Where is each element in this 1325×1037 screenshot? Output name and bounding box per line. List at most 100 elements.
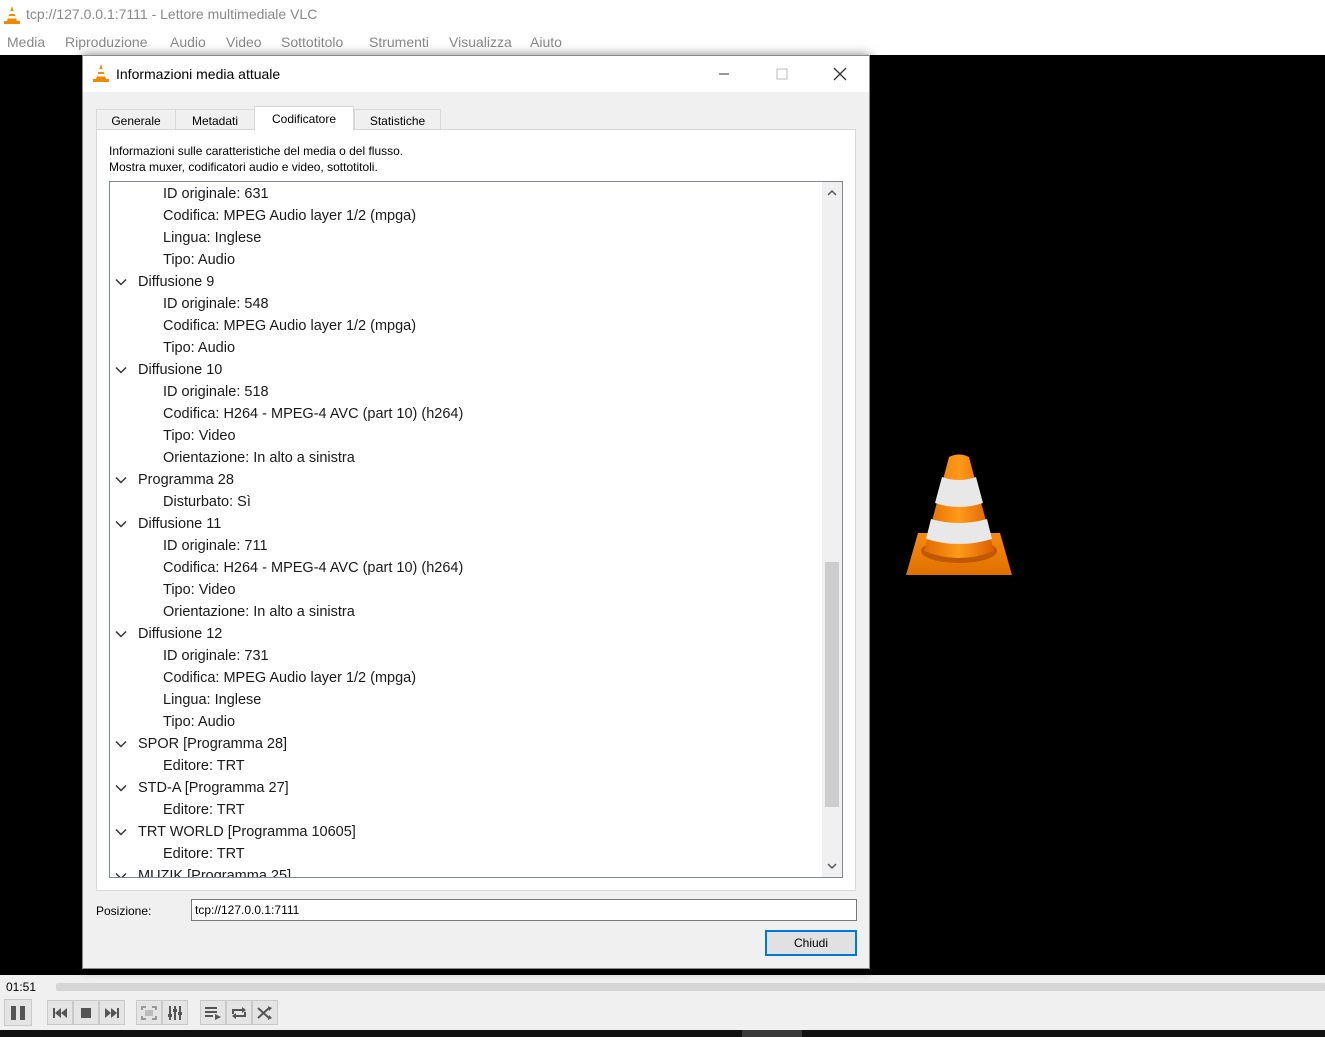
tree-leaf[interactable]: Editore: TRT xyxy=(163,799,245,821)
stop-button[interactable] xyxy=(73,1000,99,1025)
tab-metadati[interactable]: Metadati xyxy=(175,109,255,131)
tree-item-label: Codifica: MPEG Audio layer 1/2 (mpga) xyxy=(163,670,417,686)
tree-item-label: ID originale: 731 xyxy=(163,648,269,664)
shuffle-button[interactable] xyxy=(252,1000,278,1025)
dialog-title: Informazioni media attuale xyxy=(116,66,281,82)
next-icon xyxy=(105,1007,119,1018)
tree-leaf[interactable]: ID originale: 711 xyxy=(163,535,268,557)
tree-item-label: Tipo: Video xyxy=(163,428,236,444)
chevron-down-icon[interactable] xyxy=(115,738,127,750)
pause-button[interactable] xyxy=(4,999,32,1026)
tree-leaf[interactable]: Lingua: Inglese xyxy=(163,227,261,249)
vertical-scrollbar[interactable] xyxy=(822,182,842,877)
menu-media[interactable]: Media xyxy=(7,34,45,50)
position-field[interactable]: tcp://127.0.0.1:7111 xyxy=(191,899,857,921)
tree-item-label: Programma 28 xyxy=(138,472,234,488)
scrollbar-thumb[interactable] xyxy=(825,562,839,807)
tree-leaf[interactable]: Codifica: H264 - MPEG-4 AVC (part 10) (h… xyxy=(163,403,463,425)
tree-leaf[interactable]: Orientazione: In alto a sinistra xyxy=(163,447,355,469)
menu-aiuto[interactable]: Aiuto xyxy=(530,34,562,50)
tree-leaf[interactable]: Codifica: MPEG Audio layer 1/2 (mpga) xyxy=(163,667,416,689)
menu-riproduzione[interactable]: Riproduzione xyxy=(65,34,148,50)
tree-leaf[interactable]: ID originale: 548 xyxy=(163,293,269,315)
tree-item-label: Diffusione 10 xyxy=(138,362,223,378)
tree-leaf[interactable]: Orientazione: In alto a sinistra xyxy=(163,601,355,623)
tree-item-label: Editore: TRT xyxy=(163,758,245,774)
tree-leaf[interactable]: ID originale: 518 xyxy=(163,381,269,403)
menu-audio[interactable]: Audio xyxy=(170,34,206,50)
seek-slider[interactable] xyxy=(56,983,1325,991)
close-window-button[interactable] xyxy=(817,56,863,92)
tree-item-label: Codifica: MPEG Audio layer 1/2 (mpga) xyxy=(163,208,417,224)
tree-item-label: ID originale: 518 xyxy=(163,384,269,400)
vlc-cone-logo xyxy=(906,454,1012,575)
tree-leaf[interactable]: Codifica: MPEG Audio layer 1/2 (mpga) xyxy=(163,315,416,337)
tree-item-label: Tipo: Video xyxy=(163,582,236,598)
tree-item-label: Tipo: Audio xyxy=(163,340,236,356)
menu-video[interactable]: Video xyxy=(226,34,262,50)
elapsed-time: 01:51 xyxy=(6,980,37,994)
previous-button[interactable] xyxy=(47,1000,73,1025)
tree-leaf[interactable]: Codifica: MPEG Audio layer 1/2 (mpga) xyxy=(163,205,416,227)
minimize-button[interactable] xyxy=(701,56,747,92)
tree-leaf[interactable]: Disturbato: Sì xyxy=(163,491,251,513)
tree-item-label: Disturbato: Sì xyxy=(163,494,251,510)
tab-statistiche[interactable]: Statistiche xyxy=(354,109,441,131)
tree-node[interactable]: Diffusione 11 xyxy=(115,513,221,535)
vlc-cone-icon xyxy=(4,6,20,24)
maximize-button[interactable] xyxy=(759,56,805,92)
codec-tree[interactable]: ID originale: 631 Codifica: MPEG Audio la… xyxy=(109,181,843,878)
tree-node[interactable]: Diffusione 10 xyxy=(115,359,223,381)
tree-item-label: ID originale: 711 xyxy=(163,538,268,554)
position-label: Posizione: xyxy=(96,904,152,918)
menu-visualizza[interactable]: Visualizza xyxy=(449,34,512,50)
tree-leaf[interactable]: Tipo: Audio xyxy=(163,711,235,733)
tree-node[interactable]: Programma 28 xyxy=(115,469,234,491)
tree-leaf[interactable]: Tipo: Video xyxy=(163,425,236,447)
chevron-down-icon[interactable] xyxy=(115,870,127,878)
chevron-down-icon[interactable] xyxy=(115,474,127,486)
maximize-icon xyxy=(776,68,788,80)
tree-leaf[interactable]: Codifica: H264 - MPEG-4 AVC (part 10) (h… xyxy=(163,557,463,579)
codec-description: Informazioni sulle caratteristiche del m… xyxy=(109,143,403,175)
extended-settings-icon xyxy=(168,1005,182,1020)
fullscreen-icon xyxy=(141,1005,157,1020)
chevron-down-icon[interactable] xyxy=(115,276,127,288)
chevron-down-icon[interactable] xyxy=(115,628,127,640)
fullscreen-button[interactable] xyxy=(136,1000,162,1025)
scroll-down-icon[interactable] xyxy=(826,860,838,872)
vlc-cone-icon xyxy=(93,64,109,82)
tree-leaf[interactable]: Tipo: Audio xyxy=(163,249,235,271)
tree-node[interactable]: Diffusione 12 xyxy=(115,623,222,645)
next-button[interactable] xyxy=(99,1000,125,1025)
tree-node[interactable]: MUZIK [Programma 25] xyxy=(115,865,291,877)
tree-leaf[interactable]: Tipo: Audio xyxy=(163,337,235,359)
tree-node[interactable]: STD-A [Programma 27] xyxy=(115,777,289,799)
chevron-down-icon[interactable] xyxy=(115,518,127,530)
extended-settings-button[interactable] xyxy=(162,1000,188,1025)
main-titlebar: tcp://127.0.0.1:7111 - Lettore multimedi… xyxy=(0,0,1325,30)
tree-leaf[interactable]: Lingua: Inglese xyxy=(163,689,261,711)
tree-leaf[interactable]: Tipo: Video xyxy=(163,579,236,601)
loop-button[interactable] xyxy=(226,1000,252,1025)
scroll-up-icon[interactable] xyxy=(826,187,838,199)
tree-item-label: ID originale: 548 xyxy=(163,296,269,312)
tree-node[interactable]: TRT WORLD [Programma 10605] xyxy=(115,821,356,843)
playlist-button[interactable] xyxy=(200,1000,226,1025)
description-line: Mostra muxer, codificatori audio e video… xyxy=(109,160,378,174)
tree-node[interactable]: Diffusione 9 xyxy=(115,271,214,293)
chevron-down-icon[interactable] xyxy=(115,782,127,794)
menu-sottotitolo[interactable]: Sottotitolo xyxy=(281,34,343,50)
tree-leaf[interactable]: ID originale: 731 xyxy=(163,645,269,667)
description-line: Informazioni sulle caratteristiche del m… xyxy=(109,144,404,158)
menu-strumenti[interactable]: Strumenti xyxy=(369,34,429,50)
chevron-down-icon[interactable] xyxy=(115,364,127,376)
tree-leaf[interactable]: ID originale: 631 xyxy=(163,183,269,205)
close-button[interactable]: Chiudi xyxy=(765,930,857,956)
tree-leaf[interactable]: Editore: TRT xyxy=(163,843,245,865)
tab-generale[interactable]: Generale xyxy=(96,109,176,131)
tree-node[interactable]: SPOR [Programma 28] xyxy=(115,733,287,755)
tree-leaf[interactable]: Editore: TRT xyxy=(163,755,245,777)
tab-codificatore[interactable]: Codificatore xyxy=(254,106,354,131)
chevron-down-icon[interactable] xyxy=(115,826,127,838)
